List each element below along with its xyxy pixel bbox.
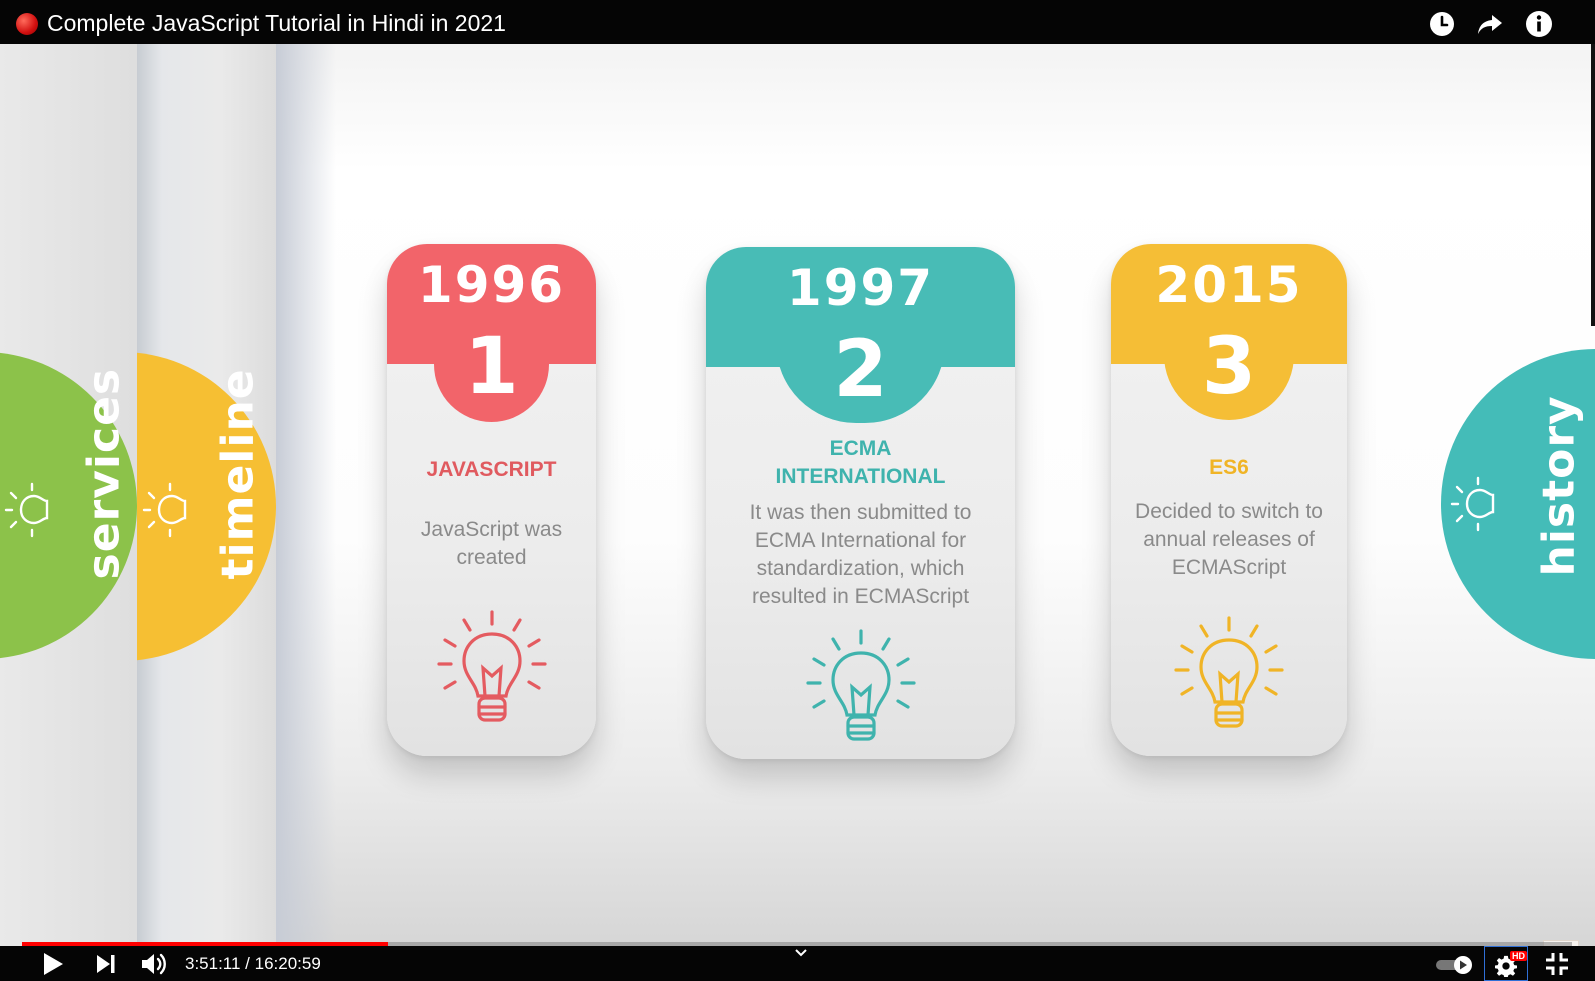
timeline-label: timeline	[212, 368, 264, 580]
card-heading: ECMA INTERNATIONAL	[775, 437, 946, 488]
card-description: JavaScript was created	[420, 518, 563, 569]
history-label: history	[1533, 395, 1585, 577]
video-title[interactable]: Complete JavaScript Tutorial in Hindi in…	[47, 10, 506, 37]
services-label: services	[78, 367, 130, 580]
lightbulb-icon	[1450, 476, 1495, 532]
exit-fullscreen-icon[interactable]	[1544, 951, 1570, 977]
card-description: Decided to switch to annual releases of …	[1135, 500, 1323, 579]
video-edge	[1591, 44, 1595, 326]
card-year: 2015	[1155, 256, 1303, 314]
panel-shadow	[276, 44, 336, 946]
time-display: 3:51:11 / 16:20:59	[185, 954, 321, 973]
lightbulb-icon	[437, 610, 547, 722]
card-number: 3	[1201, 322, 1257, 412]
player-controls: 3:51:11 / 16:20:59 HD	[0, 946, 1595, 981]
next-icon[interactable]	[95, 954, 117, 974]
card-year: 1997	[786, 259, 935, 317]
info-icon[interactable]	[1525, 10, 1553, 38]
card-description: It was then submitted to ECMA Internatio…	[749, 501, 972, 608]
watch-later-icon[interactable]	[1428, 10, 1456, 38]
lightbulb-icon	[806, 629, 916, 741]
hd-badge: HD	[1510, 951, 1527, 961]
volume-icon[interactable]	[140, 951, 168, 977]
lightbulb-icon	[142, 482, 187, 538]
chevron-down-icon[interactable]	[794, 948, 808, 958]
card-year: 1996	[417, 256, 566, 314]
share-icon[interactable]	[1476, 10, 1504, 38]
title-bar: Complete JavaScript Tutorial in Hindi in…	[0, 0, 1595, 44]
timeline-card-2015: 2015 3 ES6 Decided to switch to annual r…	[1111, 244, 1347, 756]
timeline-card-1997: 1997 2 ECMA INTERNATIONAL It was then su…	[706, 247, 1015, 759]
card-heading: JAVASCRIPT	[426, 458, 557, 481]
card-number: 1	[464, 322, 519, 412]
autoplay-toggle[interactable]	[1434, 955, 1474, 975]
video-frame[interactable]: services timeline history 1996 1 JAVASCR…	[0, 44, 1595, 946]
play-icon[interactable]	[42, 952, 64, 976]
timeline-card-1996: 1996 1 JAVASCRIPT JavaScript was created	[387, 244, 596, 756]
card-heading: ES6	[1209, 456, 1249, 479]
card-number: 2	[833, 325, 888, 415]
lightbulb-icon	[4, 482, 49, 538]
lightbulb-icon	[1174, 616, 1284, 728]
channel-icon[interactable]	[16, 13, 38, 35]
settings-button[interactable]: HD	[1484, 946, 1528, 981]
